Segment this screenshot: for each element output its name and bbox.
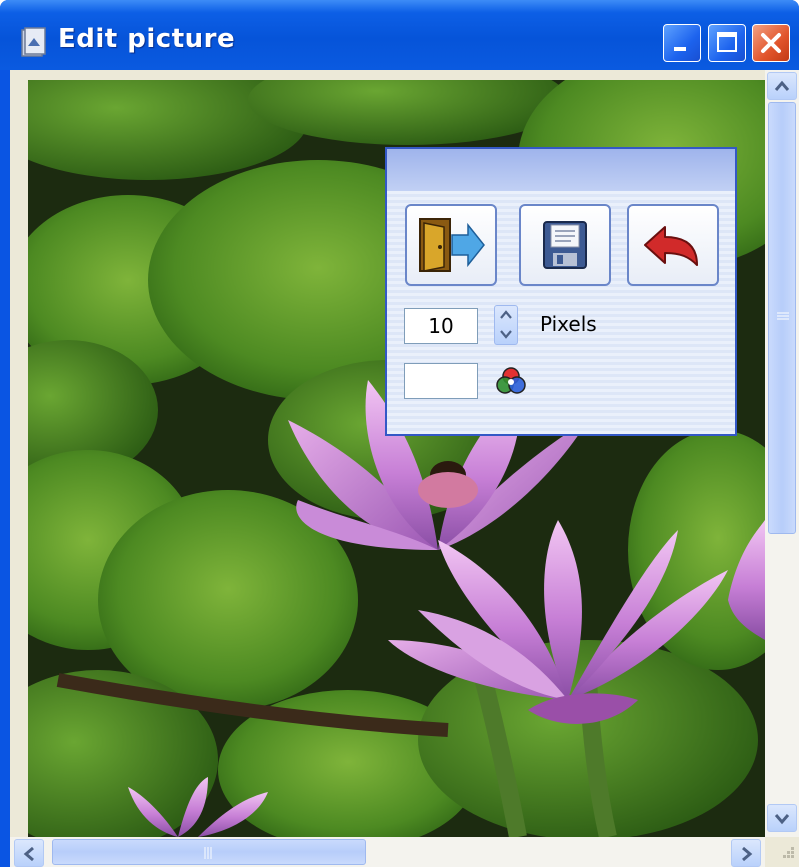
scroll-left-button[interactable] [14,839,44,867]
chevron-left-icon [23,846,34,862]
undo-arrow-icon [644,226,698,266]
exit-button[interactable] [405,204,497,286]
close-button[interactable] [752,24,790,62]
door-exit-icon [419,218,485,272]
size-unit-label: Pixels [540,312,597,336]
size-spinner[interactable] [494,305,518,345]
tool-panel-header[interactable] [387,149,735,191]
close-icon [761,33,781,53]
rgb-color-circles-icon[interactable] [496,366,526,396]
maximize-icon [717,32,737,52]
floppy-disk-icon [543,221,587,269]
chevron-up-icon [500,310,512,319]
window-title: Edit picture [58,24,236,54]
scroll-down-button[interactable] [767,804,797,832]
resize-grip-icon [783,847,794,858]
vertical-scroll-thumb[interactable] [768,102,796,534]
maximize-button[interactable] [708,24,746,62]
chevron-down-icon [774,814,790,825]
minimize-icon [674,47,686,51]
title-bar[interactable]: Edit picture [0,0,799,70]
color-field[interactable] [404,363,478,399]
edit-picture-window: Edit picture 10 Pixels [0,0,799,867]
app-icon [21,27,46,57]
grip-icon [777,312,789,320]
minimize-button[interactable] [663,24,701,62]
scroll-up-button[interactable] [767,72,797,100]
size-input[interactable]: 10 [404,308,478,344]
chevron-down-icon [500,330,512,339]
grip-icon [204,847,212,859]
save-button[interactable] [519,204,611,286]
size-grip[interactable] [765,837,799,867]
horizontal-scroll-thumb[interactable] [52,839,366,865]
chevron-right-icon [742,846,753,862]
chevron-up-icon [774,80,790,91]
tool-panel: 10 Pixels [385,147,737,436]
scroll-right-button[interactable] [731,839,761,867]
undo-button[interactable] [627,204,719,286]
